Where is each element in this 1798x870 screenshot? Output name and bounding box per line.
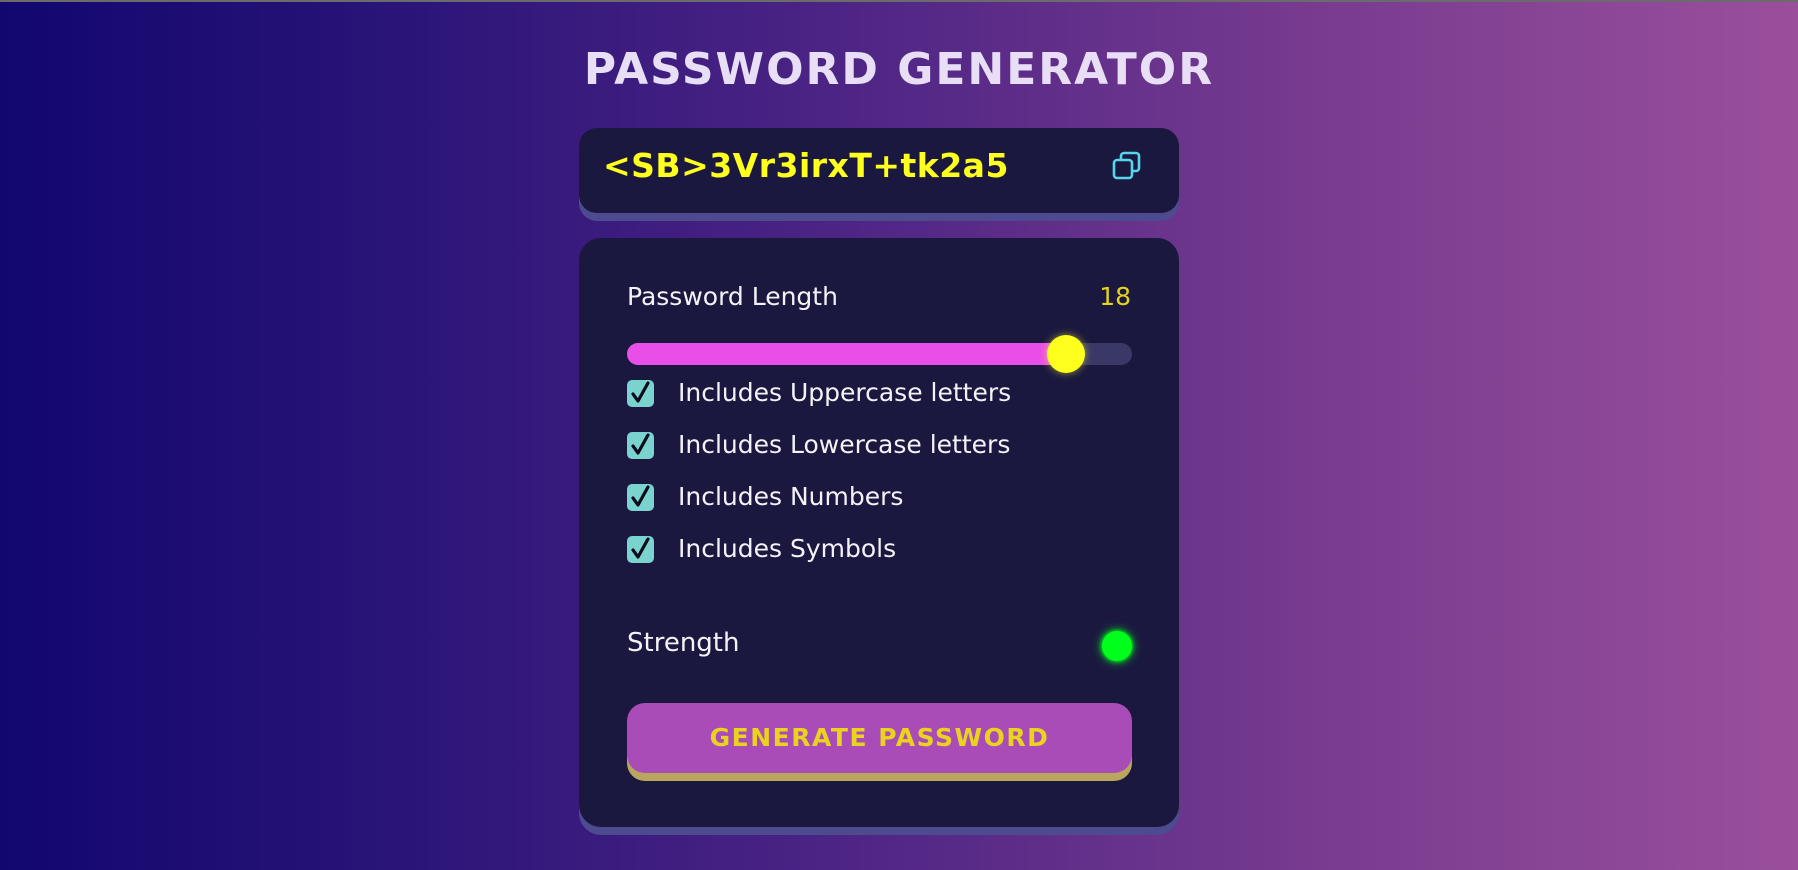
- checkmark-icon: [631, 381, 650, 403]
- strength-indicator: [1102, 631, 1132, 661]
- settings-card: Password Length 18 Includes Uppercase le…: [579, 238, 1179, 827]
- option-lowercase[interactable]: Includes Lowercase letters: [627, 430, 1132, 460]
- checkmark-icon: [631, 485, 650, 507]
- lowercase-label: Includes Lowercase letters: [678, 430, 1011, 459]
- length-slider[interactable]: [627, 335, 1132, 373]
- generate-password-button[interactable]: GENERATE PASSWORD: [627, 703, 1132, 773]
- lowercase-checkbox[interactable]: [627, 432, 654, 459]
- checkmark-icon: [631, 537, 650, 559]
- uppercase-checkbox[interactable]: [627, 380, 654, 407]
- length-slider-thumb[interactable]: [1047, 335, 1086, 373]
- top-border: [0, 0, 1798, 2]
- length-value: 18: [1099, 282, 1131, 311]
- option-numbers[interactable]: Includes Numbers: [627, 482, 1132, 512]
- password-output: <SB>3Vr3irxT+tk2a5: [603, 146, 1009, 185]
- password-display: <SB>3Vr3irxT+tk2a5: [579, 128, 1179, 213]
- copy-icon[interactable]: [1111, 150, 1143, 182]
- strength-label: Strength: [627, 628, 740, 658]
- strength-row: Strength: [627, 628, 1132, 664]
- numbers-checkbox[interactable]: [627, 484, 654, 511]
- length-label: Password Length: [627, 282, 838, 311]
- numbers-label: Includes Numbers: [678, 482, 904, 511]
- symbols-label: Includes Symbols: [678, 534, 897, 563]
- length-row: Password Length 18: [627, 282, 1131, 316]
- checkmark-icon: [631, 433, 650, 455]
- option-symbols[interactable]: Includes Symbols: [627, 534, 1132, 564]
- uppercase-label: Includes Uppercase letters: [678, 378, 1012, 407]
- option-uppercase[interactable]: Includes Uppercase letters: [627, 378, 1132, 408]
- symbols-checkbox[interactable]: [627, 536, 654, 563]
- page-title: PASSWORD GENERATOR: [583, 44, 1215, 95]
- length-slider-fill: [627, 343, 1067, 365]
